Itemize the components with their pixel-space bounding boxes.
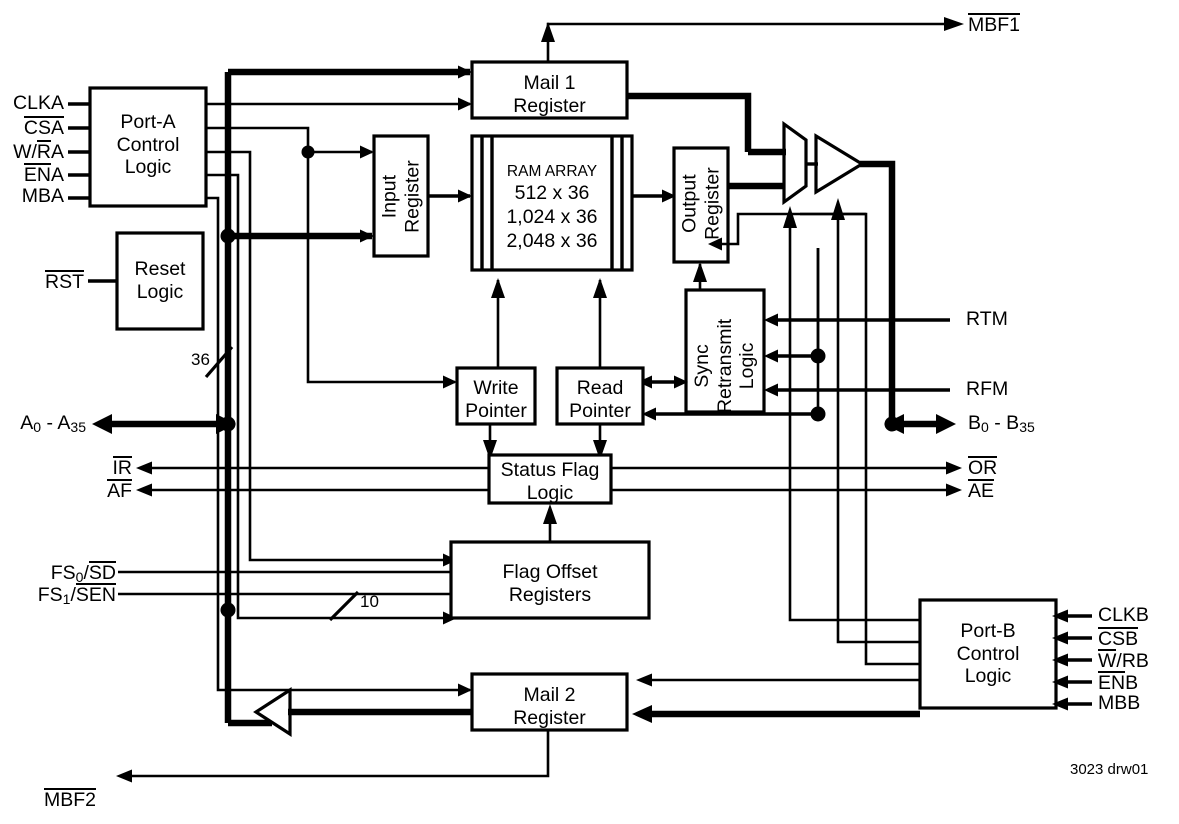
signal-label-clka: CLKA: [13, 92, 64, 114]
signal-label-fs1-sen: FS1/SEN: [37, 583, 116, 608]
signal-label-clkb: CLKB: [1098, 604, 1149, 626]
output-buffer-shape: [814, 133, 866, 195]
signal-label-rst: RST: [45, 270, 84, 293]
reset-logic-label: Reset Logic: [134, 258, 186, 303]
input-register-label: Input Register: [378, 160, 423, 233]
status-flag-logic-label: Status Flag Logic: [500, 459, 600, 504]
ram-size-512: 512 x 36: [514, 182, 590, 204]
ram-size-2048: 2,048 x 36: [506, 230, 598, 252]
left-output-buffer-shape: [253, 687, 292, 737]
ram-size-1024: 1,024 x 36: [506, 206, 598, 228]
signal-label-csb: CSB: [1098, 627, 1139, 650]
port-b-control-logic-label: Port-B Control Logic: [956, 620, 1020, 688]
signal-label-csa: CSA: [23, 116, 64, 139]
junction-dot: [301, 145, 315, 159]
bus-label-port-a: A0 - A35: [20, 412, 86, 436]
bus-label-port-b: B0 - B35: [968, 412, 1035, 436]
signal-label-wrb: W/RB: [1098, 649, 1149, 672]
bus-width-10-label: 10: [360, 592, 379, 611]
flag-label-ir: IR: [112, 456, 132, 479]
flag-offset-registers-label: Flag Offset Registers: [502, 561, 598, 606]
signal-label-ena: ENA: [23, 163, 64, 186]
read-pointer-label: Read Pointer: [569, 377, 631, 422]
junction-dot-a-bus: [220, 228, 236, 244]
signal-label-mbb: MBB: [1098, 692, 1141, 714]
signal-label-rfm: RFM: [966, 378, 1009, 400]
signal-label-mba: MBA: [21, 185, 64, 207]
drawing-credit: 3023 drw01: [1070, 761, 1149, 778]
ram-array-title: RAM ARRAY: [506, 163, 598, 180]
signal-label-mbf2: MBF2: [44, 788, 97, 811]
sync-retransmit-label: Sync Retransmit Logic: [691, 318, 759, 414]
block-diagram: CLKA CSA W/RA ENA MBA RST Port-A Control…: [0, 0, 1179, 824]
junction-dot-a-offset: [220, 602, 236, 618]
port-a-control-logic-label: Port-A Control Logic: [116, 111, 180, 179]
junction-dot-b-bus: [884, 416, 900, 432]
mail1-register-label: Mail 1 Register: [513, 72, 586, 117]
write-pointer-label: Write Pointer: [465, 377, 527, 422]
bus-width-36-label: 36: [191, 350, 210, 369]
flag-label-or: OR: [968, 456, 998, 479]
signal-label-mbf1: MBF1: [968, 13, 1021, 36]
flag-label-af: AF: [107, 479, 132, 502]
signal-label-rtm: RTM: [966, 308, 1008, 330]
signal-label-wra: W/RA: [13, 140, 64, 163]
output-register-label: Output Register: [678, 167, 723, 240]
flag-label-ae: AE: [968, 479, 995, 502]
mail2-register-label: Mail 2 Register: [513, 684, 586, 729]
mux-shape: [782, 120, 808, 206]
